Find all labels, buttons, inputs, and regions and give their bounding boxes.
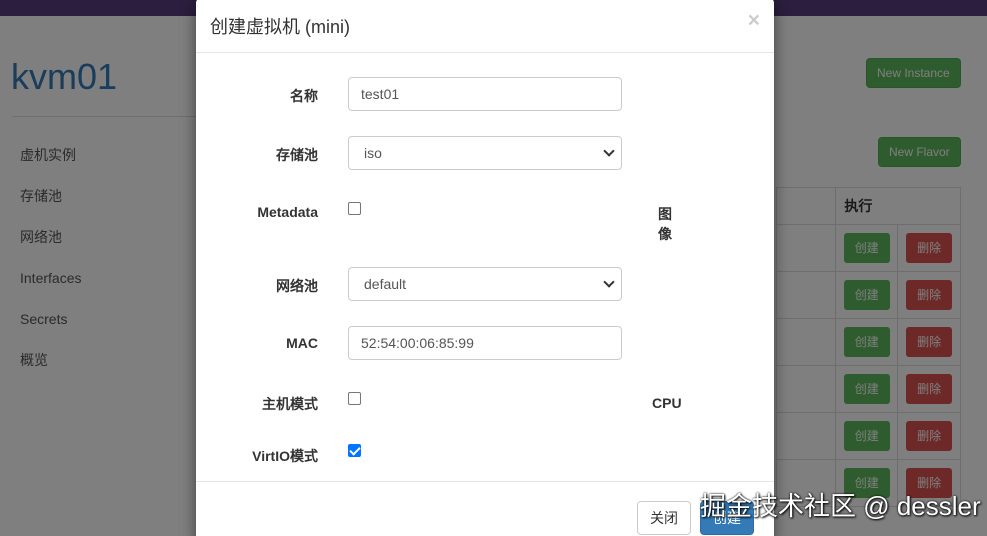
modal-title: 创建虚拟机 (mini) [210, 17, 350, 37]
modal-header: 创建虚拟机 (mini) × [196, 0, 774, 53]
storage-pool-value: iso [364, 145, 382, 161]
virtio-mode-label: VirtIO模式 [252, 448, 318, 464]
close-button[interactable]: 关闭 [637, 501, 691, 535]
image-label: 图像 [658, 206, 672, 242]
storage-pool-select[interactable]: iso [348, 136, 622, 170]
metadata-checkbox[interactable] [348, 202, 361, 215]
host-mode-label: 主机模式 [262, 396, 318, 412]
host-mode-checkbox[interactable] [348, 392, 361, 405]
name-label: 名称 [290, 88, 318, 104]
create-button[interactable]: 创建 [700, 501, 754, 535]
chevron-down-icon [603, 276, 615, 288]
metadata-label: Metadata [257, 204, 318, 220]
mac-input[interactable] [348, 326, 622, 360]
modal-footer: 关闭 创建 [196, 481, 774, 536]
network-pool-value: default [364, 276, 407, 292]
storage-pool-label: 存储池 [276, 147, 318, 163]
virtio-mode-checkbox[interactable] [348, 444, 361, 457]
close-icon[interactable]: × [748, 10, 760, 31]
network-pool-label: 网络池 [276, 278, 318, 294]
mac-label: MAC [286, 335, 318, 351]
name-input[interactable] [348, 77, 622, 111]
cpu-label: CPU [652, 395, 682, 411]
modal-body: 名称 存储池 iso Metadata 图像 网络池 default MAC 主… [196, 53, 774, 481]
network-pool-select[interactable]: default [348, 267, 622, 301]
chevron-down-icon [603, 145, 615, 157]
create-vm-modal: 创建虚拟机 (mini) × 名称 存储池 iso Metadata 图像 网络… [196, 0, 774, 536]
